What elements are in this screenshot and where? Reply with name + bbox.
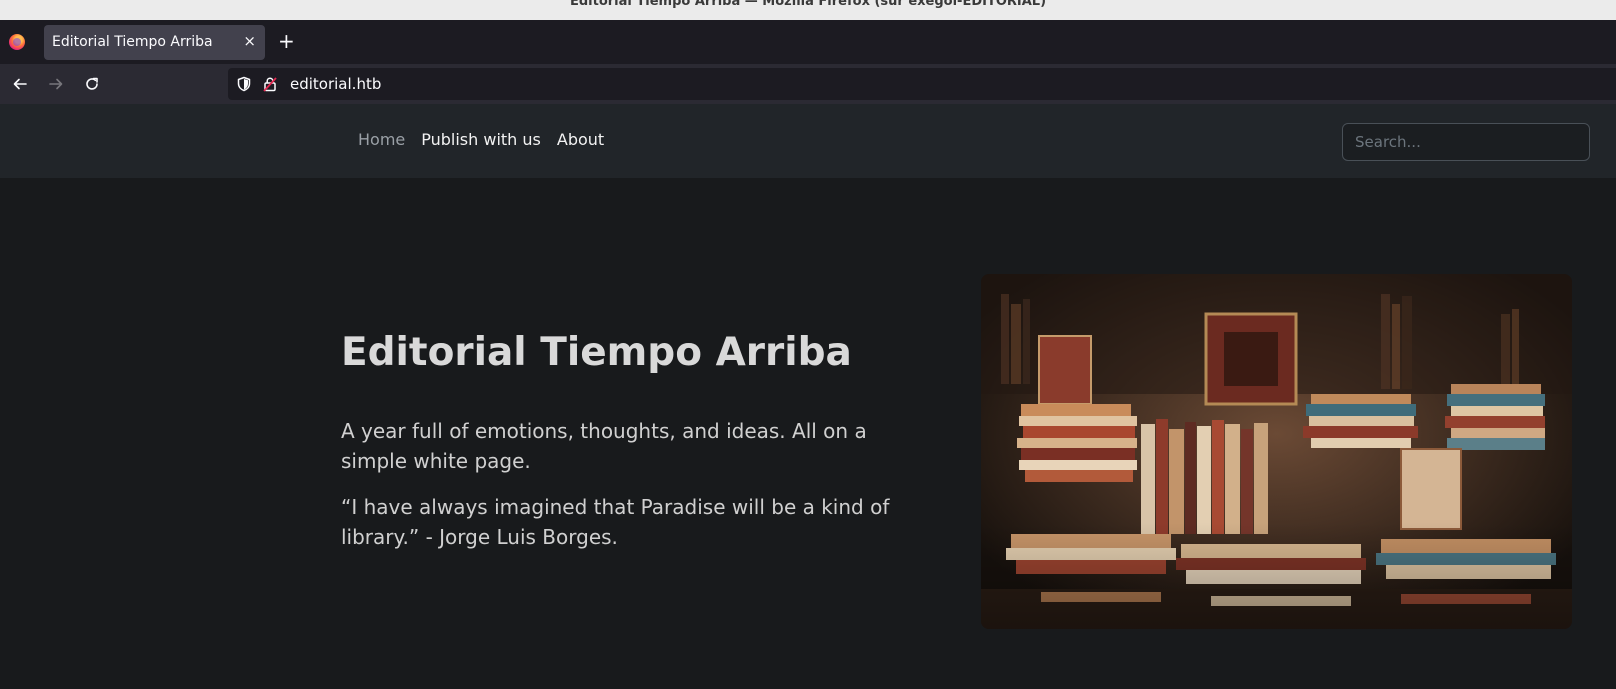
nav-item-home: Home [358, 130, 405, 149]
site-navbar: Home Publish with us About [0, 104, 1616, 178]
browser-tab[interactable]: Editorial Tiempo Arriba × [44, 25, 265, 60]
forward-arrow-icon [49, 78, 63, 90]
nav-item-about: About [557, 130, 604, 149]
bookstore-hero-image [981, 274, 1572, 629]
address-bar[interactable]: editorial.htb [228, 68, 1616, 100]
forward-button[interactable] [44, 72, 68, 96]
hero-lead-text: A year full of emotions, thoughts, and i… [341, 419, 867, 473]
insecure-lock-icon[interactable] [262, 76, 278, 92]
url-text[interactable]: editorial.htb [290, 75, 381, 93]
nav-link-publish[interactable]: Publish with us [421, 130, 541, 149]
site-nav-links: Home Publish with us About [358, 130, 620, 149]
new-tab-button[interactable]: + [278, 29, 295, 53]
back-arrow-icon [13, 78, 27, 90]
tracking-protection-shield-icon[interactable] [236, 76, 252, 92]
browser-tab-strip: Editorial Tiempo Arriba × + [0, 20, 1616, 64]
hero-title: Editorial Tiempo Arriba [341, 330, 852, 375]
nav-item-publish: Publish with us [421, 130, 541, 149]
nav-link-home[interactable]: Home [358, 130, 405, 149]
reload-icon [86, 77, 98, 90]
window-title: Editorial Tiempo Arriba — Mozilla Firefo… [569, 0, 1047, 9]
browser-toolbar: editorial.htb [0, 64, 1616, 104]
reload-button[interactable] [80, 72, 104, 96]
nav-link-about[interactable]: About [557, 130, 604, 149]
search-input[interactable] [1342, 123, 1590, 161]
firefox-icon[interactable] [9, 34, 25, 50]
hero-quote-text: “I have always imagined that Paradise wi… [341, 495, 890, 549]
tab-close-icon[interactable]: × [243, 32, 256, 50]
tab-title: Editorial Tiempo Arriba [52, 34, 213, 50]
window-titlebar: Editorial Tiempo Arriba — Mozilla Firefo… [0, 0, 1616, 20]
book-stacks-illustration [981, 274, 1572, 629]
back-button[interactable] [8, 72, 32, 96]
